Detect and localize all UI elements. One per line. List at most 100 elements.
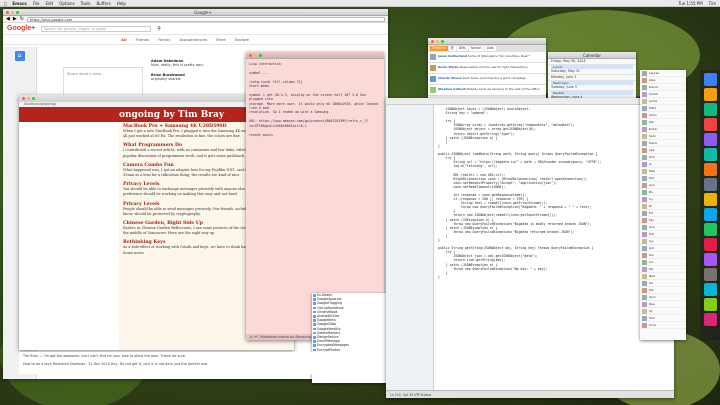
zoom-icon[interactable] [259, 53, 262, 57]
contact-item[interactable]: Jo [640, 161, 686, 168]
contact-item[interactable]: Pat [640, 119, 686, 126]
menu-item-file[interactable]: File [33, 1, 40, 6]
contact-item[interactable]: Ivy [640, 238, 686, 245]
code-text[interactable]: JSONObject hours = (JSONObject) hoursObj… [438, 107, 670, 279]
tab-lists[interactable]: Lists [484, 46, 496, 51]
dock-app-icon[interactable] [703, 73, 717, 86]
menu-item-buffers[interactable]: Buffers [97, 1, 111, 6]
tab-dms[interactable]: DMs [456, 46, 468, 51]
minimize-icon[interactable] [436, 39, 439, 43]
dock-app-icon[interactable] [703, 178, 717, 191]
contact-item[interactable]: Kai [640, 252, 686, 259]
contact-item[interactable]: Sarah [640, 91, 686, 98]
zoom-icon[interactable] [16, 10, 19, 14]
dock-app-icon[interactable] [703, 313, 717, 326]
contact-item[interactable]: Quin [640, 294, 686, 301]
tweet[interactable]: Charlie Stross Dark Souls (and friends) … [428, 74, 546, 85]
dock-app-icon[interactable] [703, 223, 717, 236]
menu-item-options[interactable]: Options [59, 1, 74, 6]
forward-icon[interactable]: ▶ [13, 16, 17, 22]
dock-app-icon[interactable] [703, 163, 717, 176]
tweet-author[interactable]: Jason Sutherland [438, 54, 467, 58]
contact-item[interactable]: Lee [640, 147, 686, 154]
search-icon[interactable]: ⚲ [157, 26, 161, 32]
ide-project-tree[interactable] [386, 105, 434, 390]
dock-app-icon[interactable] [703, 88, 717, 101]
code-line[interactable]: } [438, 275, 670, 279]
nav-friends[interactable]: Friends [136, 37, 150, 42]
tweet-author[interactable]: Stephen Colbert [438, 87, 466, 91]
contact-item[interactable]: Di [640, 203, 686, 210]
stream-item[interactable]: Tim Bray — I'm got the awesome, but I ca… [23, 354, 375, 358]
tweet[interactable]: Stephen Colbert Nobody sorts all vacancy… [428, 85, 546, 96]
contact-item[interactable]: Ed [640, 210, 686, 217]
contact-item[interactable]: Cy [640, 196, 686, 203]
tab-mentions[interactable]: @ [448, 46, 456, 51]
nav-all[interactable]: All [121, 37, 127, 42]
tweet[interactable]: Jason Sutherland Some of @Google's "Ok, … [428, 52, 546, 63]
close-icon[interactable] [431, 39, 434, 43]
dock-app-icon[interactable] [703, 268, 717, 281]
tweet[interactable]: Kevin Marks Responsible chrome use for l… [428, 63, 546, 74]
menu-item-help[interactable]: Help [117, 1, 126, 6]
contact-item[interactable]: Pia [640, 287, 686, 294]
user-menu[interactable]: Tim [709, 1, 716, 6]
contact-item[interactable]: Bo [640, 189, 686, 196]
back-icon[interactable]: ◀ [6, 16, 10, 22]
nav-explore[interactable]: Explore [235, 37, 249, 42]
contact-item[interactable]: Tom [640, 315, 686, 322]
dock-app-icon[interactable] [703, 133, 717, 146]
contact-item[interactable]: Max [640, 168, 686, 175]
close-icon[interactable] [249, 53, 252, 57]
dock-app-icon[interactable] [703, 208, 717, 221]
contact-item[interactable]: Kim [640, 154, 686, 161]
contact-item[interactable]: Fay [640, 217, 686, 224]
dock-app-icon[interactable] [703, 238, 717, 251]
clock[interactable]: Tue 1:55 PM [678, 1, 702, 6]
contact-item[interactable]: Mark [640, 105, 686, 112]
minimize-icon[interactable] [11, 10, 14, 14]
dock-app-icon[interactable] [703, 298, 717, 311]
minimize-icon[interactable] [27, 97, 30, 100]
address-bar[interactable]: https://plus.google.com [26, 16, 385, 22]
nav-acquaintances[interactable]: Acquaintances [179, 37, 207, 42]
dock-app-icon[interactable] [703, 148, 717, 161]
notes-text-editor[interactable]: Lisp interaction symbol ... (setq-local … [246, 59, 384, 140]
dock-app-icon[interactable] [703, 103, 717, 116]
zoom-icon[interactable] [441, 39, 444, 43]
dock-app-icon[interactable] [703, 118, 717, 131]
nav-family[interactable]: Family [158, 37, 170, 42]
home-icon[interactable]: ⌂ [14, 51, 25, 61]
dock-app-icon[interactable] [703, 253, 717, 266]
contact-item[interactable]: Uma [640, 322, 686, 329]
contact-item[interactable]: Jed [640, 245, 686, 252]
tweet-author[interactable]: Kevin Marks [438, 65, 459, 69]
reload-icon[interactable]: ↻ [20, 16, 24, 22]
contact-item[interactable]: Hal [640, 231, 686, 238]
contact-item[interactable]: Ted [640, 175, 686, 182]
tab-search[interactable]: Search [468, 46, 484, 51]
contact-item[interactable]: Liv [640, 259, 686, 266]
contact-item[interactable]: Ann [640, 182, 686, 189]
close-icon[interactable] [22, 97, 25, 100]
contact-item[interactable]: Gus [640, 224, 686, 231]
contact-item[interactable]: Jamie [640, 98, 686, 105]
browser-tab-title[interactable]: Google+ [21, 10, 385, 15]
dock-app-icon[interactable] [703, 283, 717, 296]
contact-item[interactable]: Oz [640, 280, 686, 287]
menu-item-tools[interactable]: Tools [81, 1, 91, 6]
contact-item[interactable]: Mo [640, 266, 686, 273]
contact-item[interactable]: Dana [640, 140, 686, 147]
search-input[interactable]: Search for people, pages, or posts [41, 25, 152, 32]
zoom-icon[interactable] [32, 97, 35, 100]
menu-item-edit[interactable]: Edit [45, 1, 53, 6]
contact-item[interactable]: Sam [640, 133, 686, 140]
contact-item[interactable]: Chris [640, 112, 686, 119]
contact-item[interactable]: David [640, 84, 686, 91]
apple-menu-icon[interactable]:  [4, 1, 6, 6]
contact-item[interactable]: Ned [640, 273, 686, 280]
contact-item[interactable]: Rae [640, 301, 686, 308]
contact-item[interactable]: Sy [640, 308, 686, 315]
nav-more[interactable]: More [216, 37, 225, 42]
stream-item[interactable]: How to be a tech Reshared Shadows · 31 M… [23, 362, 375, 366]
